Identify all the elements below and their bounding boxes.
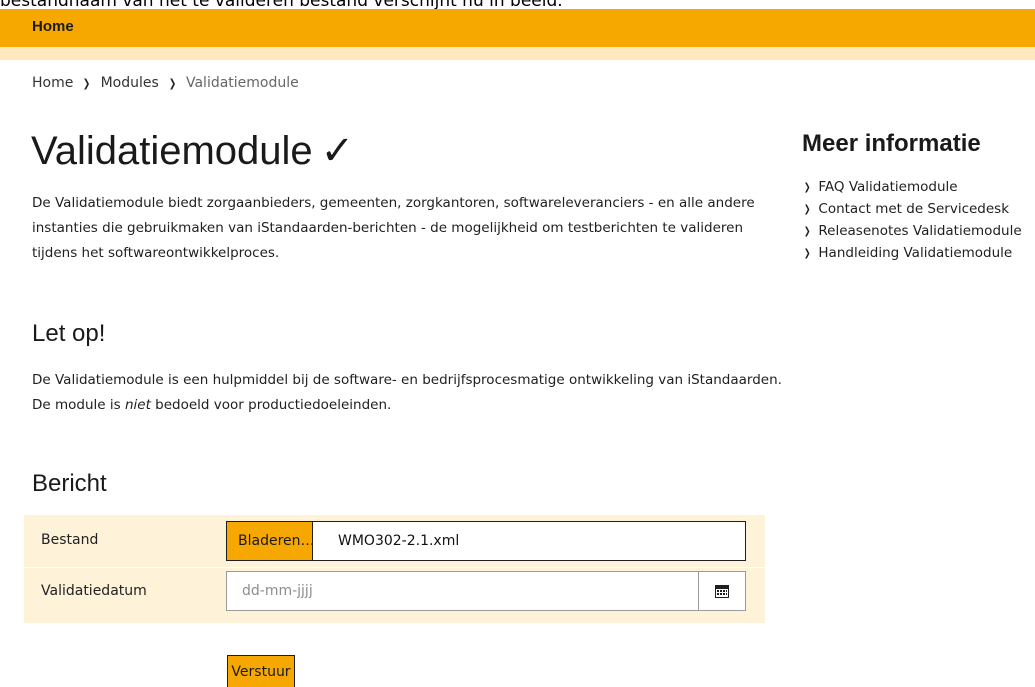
file-label: Bestand — [41, 532, 99, 548]
page-title-text: Validatiemodule — [31, 129, 313, 173]
calendar-button[interactable] — [698, 571, 746, 611]
letop-text-part: bedoeld voor productiedoeleinden. — [150, 397, 392, 413]
sidebar-link-handleiding[interactable]: Handleiding Validatiemodule — [818, 245, 1012, 261]
sidebar-link-releasenotes[interactable]: Releasenotes Validatiemodule — [818, 223, 1021, 239]
top-navigation-bar: Home — [0, 9, 1035, 47]
page-title: Validatiemodule ✓ — [31, 128, 354, 174]
date-row: Validatiedatum — [24, 570, 765, 615]
validation-date-input[interactable] — [226, 571, 698, 611]
intro-paragraph: De Validatiemodule biedt zorgaanbieders,… — [32, 195, 755, 261]
letop-text-emphasis: niet — [124, 397, 151, 413]
caption-text: bestandnaam van het te valideren bestand… — [0, 0, 1035, 9]
sidebar-item[interactable]: ❯ Releasenotes Validatiemodule — [802, 220, 1035, 242]
breadcrumb: Home ❯ Modules ❯ Validatiemodule — [32, 75, 299, 91]
file-name-field[interactable]: WMO302-2.1.xml — [312, 521, 746, 561]
file-row: Bestand Bladeren… WMO302-2.1.xml — [24, 519, 765, 564]
breadcrumb-home-link[interactable]: Home — [32, 75, 73, 91]
browse-button[interactable]: Bladeren… — [226, 521, 315, 561]
sidebar-item[interactable]: ❯ FAQ Validatiemodule — [802, 176, 1035, 198]
sidebar-heading: Meer informatie — [802, 130, 981, 157]
chevron-right-icon: ❯ — [803, 247, 811, 259]
letop-paragraph: De Validatiemodule is een hulpmiddel bij… — [32, 368, 792, 418]
calendar-icon — [715, 584, 729, 598]
sidebar-link-contact[interactable]: Contact met de Servicedesk — [818, 201, 1009, 217]
chevron-right-icon: ❯ — [168, 76, 177, 90]
row-divider — [24, 567, 765, 568]
nav-home-link[interactable]: Home — [32, 18, 74, 35]
letop-heading: Let op! — [32, 320, 106, 347]
submit-button[interactable]: Verstuur — [227, 655, 295, 687]
sidebar-item[interactable]: ❯ Contact met de Servicedesk — [802, 198, 1035, 220]
checkmark-icon: ✓ — [320, 129, 355, 173]
topbar-accent-strip — [0, 47, 1035, 60]
sidebar-link-faq[interactable]: FAQ Validatiemodule — [818, 179, 957, 195]
chevron-right-icon: ❯ — [803, 181, 811, 193]
chevron-right-icon: ❯ — [83, 76, 91, 90]
date-label: Validatiedatum — [41, 583, 147, 599]
chevron-right-icon: ❯ — [803, 203, 811, 215]
sidebar-links: ❯ FAQ Validatiemodule ❯ Contact met de Ser… — [802, 176, 1035, 264]
sidebar-item[interactable]: ❯ Handleiding Validatiemodule — [802, 242, 1035, 264]
breadcrumb-modules-link[interactable]: Modules — [101, 75, 159, 91]
bericht-form: Bestand Bladeren… WMO302-2.1.xml Validat… — [24, 515, 765, 623]
breadcrumb-current: Validatiemodule — [185, 75, 299, 91]
chevron-right-icon: ❯ — [803, 225, 811, 237]
bericht-heading: Bericht — [32, 470, 107, 497]
